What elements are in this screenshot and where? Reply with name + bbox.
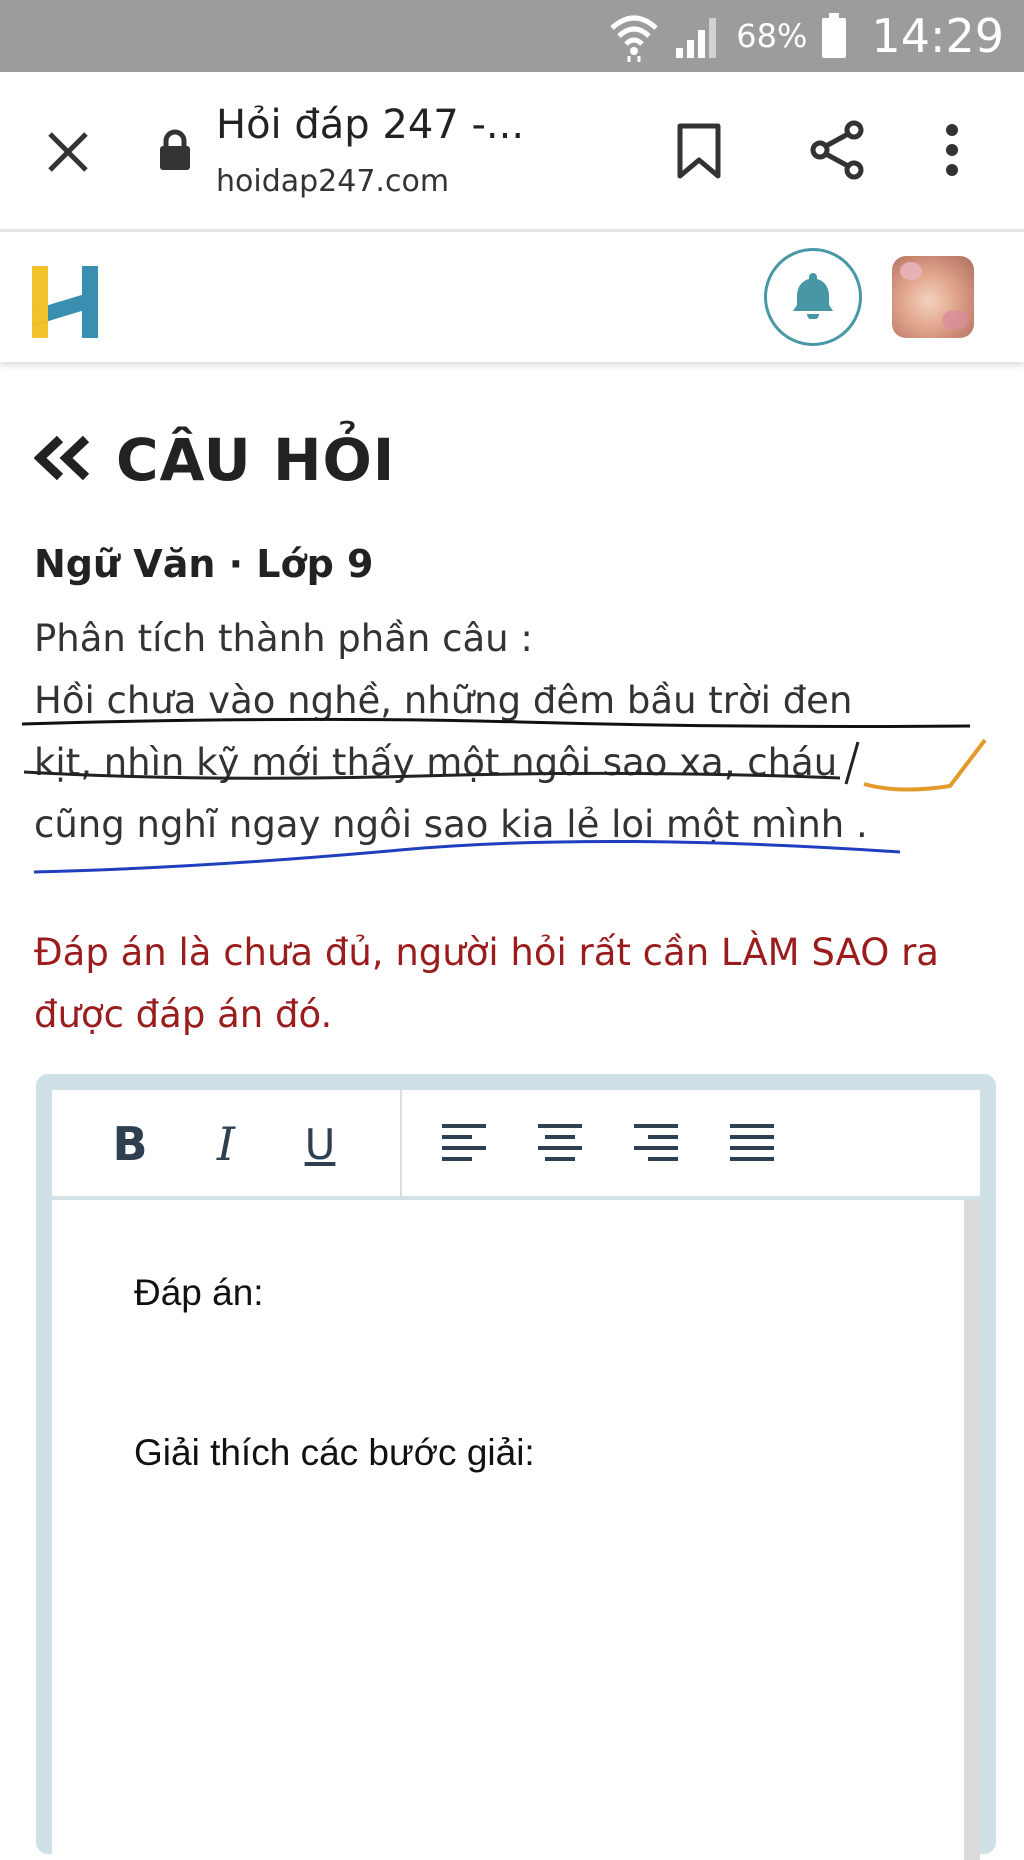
wifi-icon	[608, 10, 660, 62]
align-center-icon	[536, 1122, 584, 1166]
lock-icon	[158, 128, 192, 176]
notification-bell-button[interactable]	[764, 248, 862, 346]
signal-icon	[674, 12, 722, 60]
bell-icon	[791, 271, 835, 323]
underline-icon: U	[304, 1119, 336, 1169]
more-vert-icon[interactable]	[940, 120, 964, 184]
align-justify-icon	[728, 1122, 776, 1166]
browser-page-title[interactable]: Hỏi đáp 247 -...	[216, 102, 524, 148]
bold-icon: B	[112, 1117, 148, 1171]
editor-scrollbar[interactable]	[964, 1200, 980, 1860]
browser-toolbar: Hỏi đáp 247 -... hoidap247.com	[0, 72, 1024, 232]
clock: 14:29	[871, 9, 1004, 63]
bold-button[interactable]: B	[100, 1116, 160, 1172]
align-left-button[interactable]	[434, 1116, 494, 1172]
align-left-icon	[440, 1122, 488, 1166]
question-subject: Ngữ Văn · Lớp 9	[34, 542, 374, 586]
status-bar: 68% 14:29	[0, 0, 1024, 72]
page-title: CÂU HỎI	[116, 426, 396, 494]
question-line-1: Hồi chưa vào nghề, những đêm bầu trời đe…	[34, 679, 853, 722]
close-icon[interactable]	[40, 124, 96, 180]
question-text: Phân tích thành phần câu : Hồi chưa vào …	[34, 608, 994, 856]
answer-editor: B I U Đáp án: Giải thích các bước giải:	[36, 1074, 996, 1860]
align-right-icon	[632, 1122, 680, 1166]
italic-button[interactable]: I	[196, 1116, 256, 1172]
browser-url[interactable]: hoidap247.com	[216, 164, 449, 199]
battery-percent: 68%	[736, 17, 808, 55]
question-line-2: kịt, nhìn kỹ mới thấy một ngôi sao xa, c…	[34, 741, 838, 784]
align-center-button[interactable]	[530, 1116, 590, 1172]
site-header	[0, 234, 1024, 362]
bookmark-icon[interactable]	[676, 122, 722, 184]
italic-icon: I	[216, 1117, 236, 1171]
editor-explanation-label: Giải thích các bước giải:	[134, 1432, 535, 1473]
align-justify-button[interactable]	[722, 1116, 782, 1172]
user-avatar[interactable]	[892, 256, 974, 338]
page-heading: CÂU HỎI	[33, 426, 396, 494]
double-chevron-left-icon[interactable]	[33, 435, 94, 485]
hoidap247-logo[interactable]	[32, 266, 98, 342]
editor-text-area[interactable]: Đáp án: Giải thích các bước giải:	[52, 1200, 964, 1860]
editor-toolbar: B I U	[52, 1090, 980, 1198]
answer-warning: Đáp án là chưa đủ, người hỏi rất cần LÀM…	[34, 931, 939, 1036]
underline-button[interactable]: U	[290, 1116, 350, 1172]
battery-icon	[821, 13, 847, 59]
share-icon[interactable]	[808, 120, 866, 184]
question-intro: Phân tích thành phần câu :	[34, 617, 533, 660]
align-right-button[interactable]	[626, 1116, 686, 1172]
toolbar-divider	[400, 1090, 402, 1198]
editor-answer-label: Đáp án:	[134, 1272, 264, 1313]
question-line-3: cũng nghĩ ngay ngôi sao kia lẻ loi một m…	[34, 803, 868, 846]
